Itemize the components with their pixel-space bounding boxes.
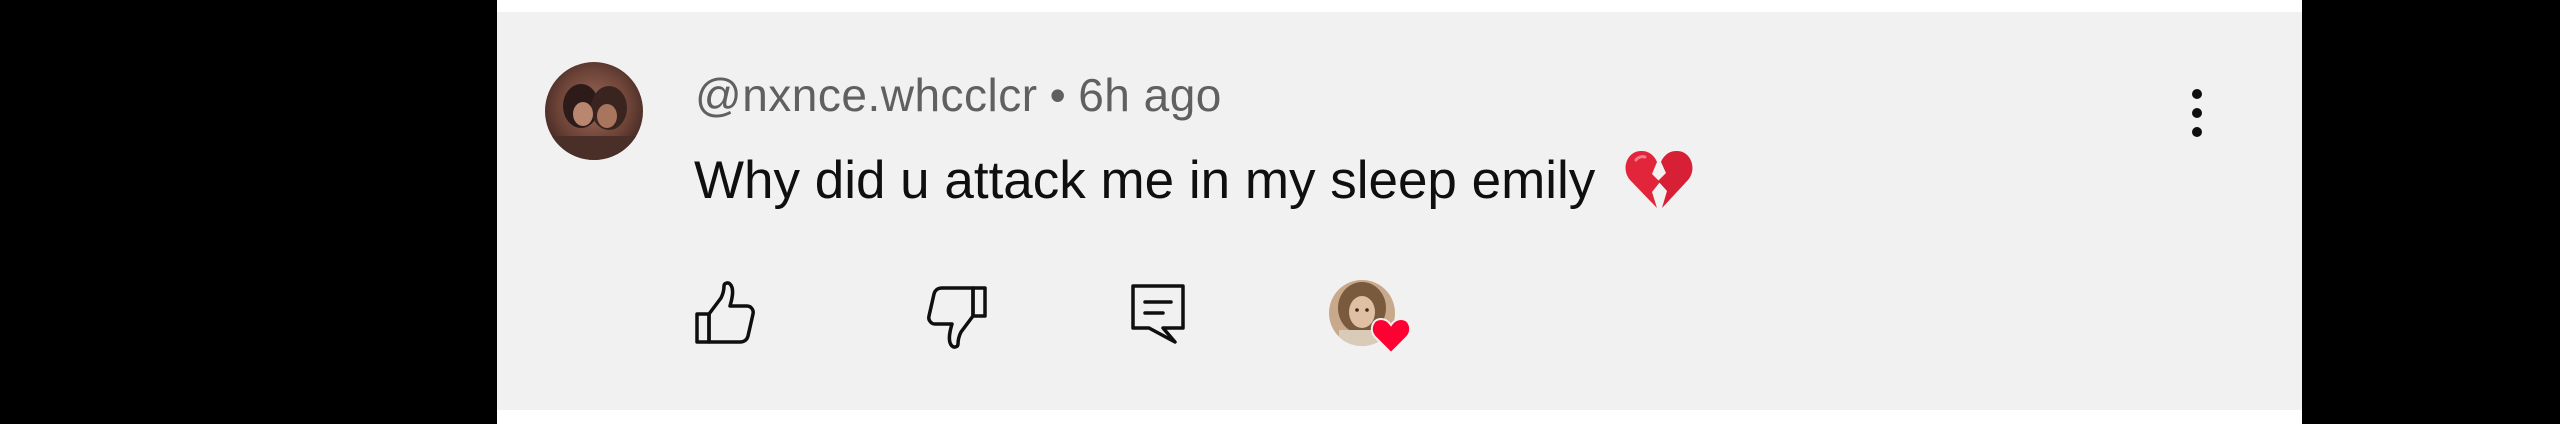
thumbs-down-icon [927, 286, 987, 349]
reply-comment-icon [1131, 284, 1185, 344]
meta-separator: • [1049, 69, 1067, 121]
comment-body: Why did u attack me in my sleep emily [694, 148, 1694, 212]
author-handle[interactable]: @nxnce.whcclcr [695, 69, 1038, 121]
avatar-image [545, 62, 643, 160]
card-bottom-divider [497, 410, 2302, 424]
reply-button[interactable] [1129, 280, 1187, 350]
comment-timestamp[interactable]: 6h ago [1078, 69, 1222, 121]
broken-heart-icon [1625, 150, 1693, 208]
dislike-button[interactable] [925, 280, 989, 350]
more-vertical-icon [2192, 89, 2202, 137]
comment-meta: @nxnce.whcclcr • 6h ago [695, 68, 1222, 122]
comment-card: @nxnce.whcclcr • 6h ago Why did u attack m… [497, 0, 2302, 424]
more-options-button[interactable] [2177, 86, 2217, 142]
comment-text: Why did u attack me in my sleep emily [694, 151, 1596, 210]
author-avatar[interactable] [545, 62, 643, 160]
creator-heart-icon [1370, 317, 1412, 355]
divider [497, 0, 2302, 12]
creator-heart [1329, 280, 1415, 360]
like-button[interactable] [693, 280, 757, 350]
thumbs-up-icon [695, 281, 755, 344]
page: @nxnce.whcclcr • 6h ago Why did u attack m… [0, 0, 2560, 424]
